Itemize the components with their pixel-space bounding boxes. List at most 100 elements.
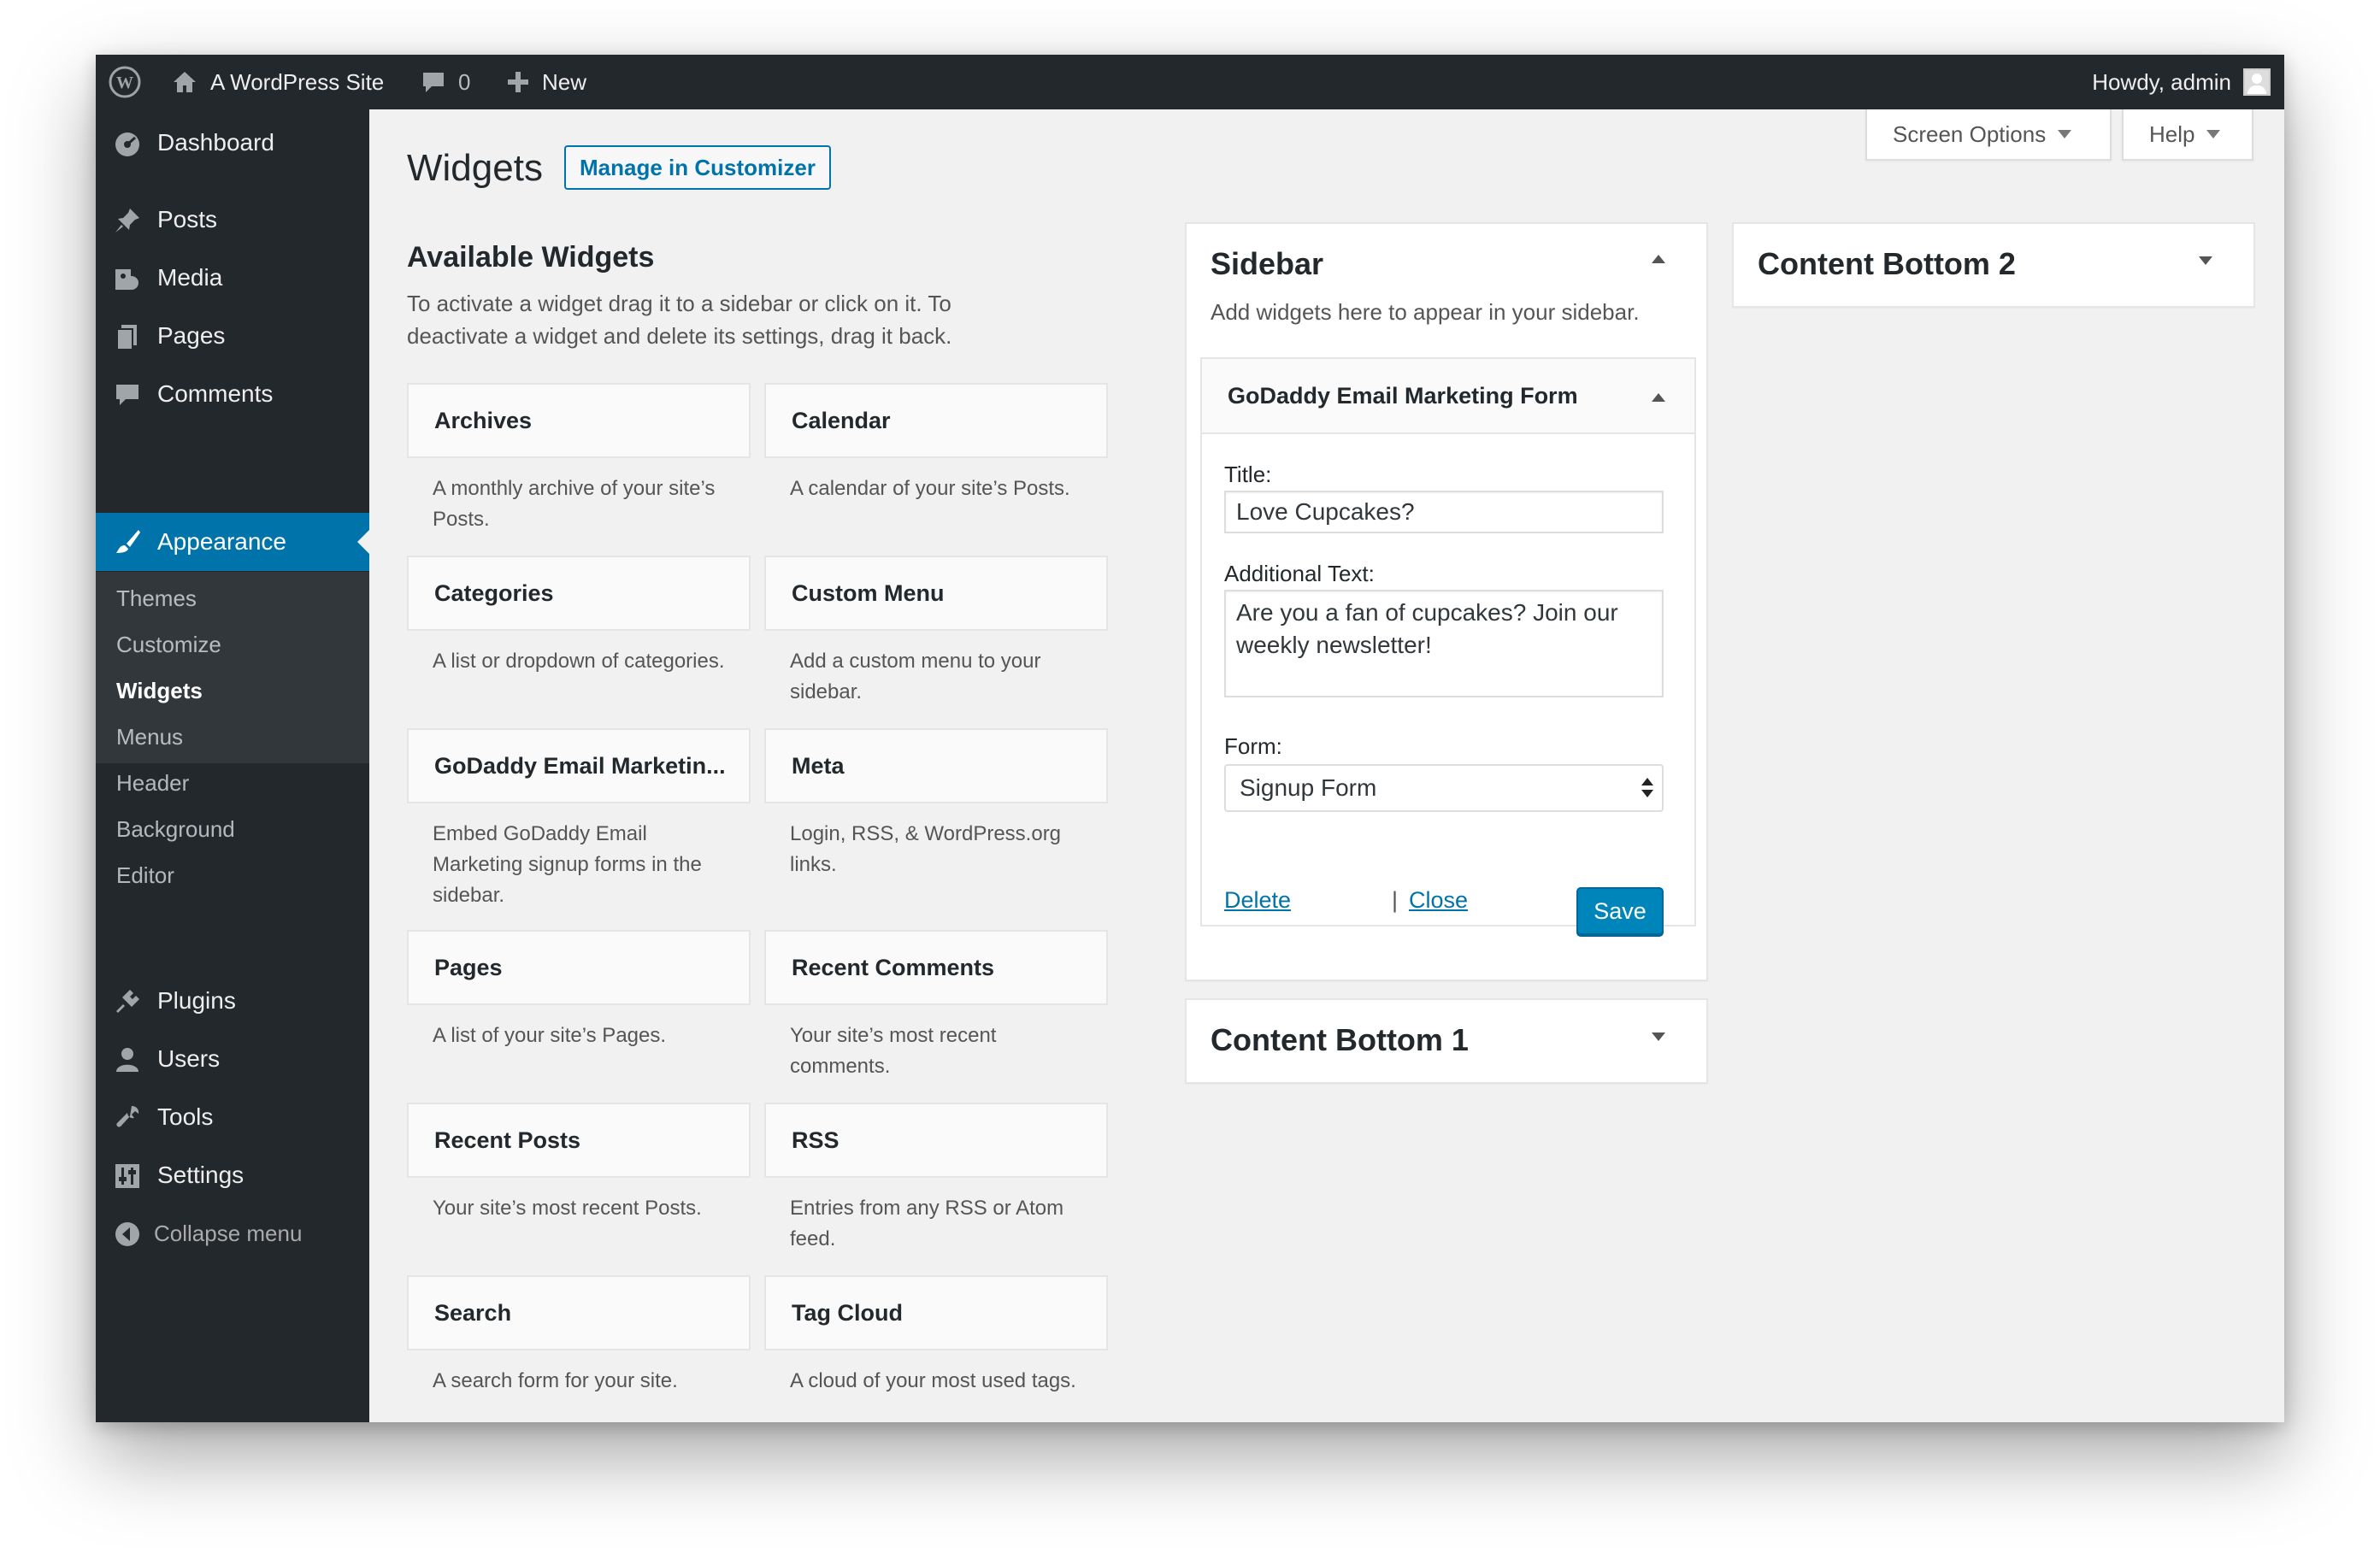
screen-options-button[interactable]: Screen Options [1865,109,2112,161]
plug-icon [113,987,142,1016]
widget-search[interactable]: Search [407,1275,751,1350]
widget-description: A search form for your site. [433,1369,678,1392]
additional-text-label: Additional Text: [1224,561,1375,586]
submenu-background[interactable]: Background [116,816,235,843]
select-arrows-icon [1641,778,1653,800]
account-menu[interactable]: Howdy, admin [2092,55,2271,109]
pushpin-icon [113,206,142,235]
menu-users[interactable]: Users [96,1032,369,1085]
menu-posts[interactable]: Posts [96,193,369,246]
menu-label: Collapse menu [154,1220,303,1246]
sidebar-description: Add widgets here to appear in your sideb… [1211,299,1640,325]
widget-description: Your site’s most recent comments. [790,1024,997,1078]
widget-description: A list of your site’s Pages. [433,1024,667,1047]
collapse-arrow-icon[interactable] [1652,393,1665,402]
additional-text-textarea[interactable]: Are you a fan of cupcakes? Join our week… [1224,590,1664,697]
widget-pages[interactable]: Pages [407,930,751,1005]
comments-icon [113,380,142,409]
expand-arrow-icon[interactable] [1652,1032,1665,1041]
menu-label: Comments [157,380,274,407]
widget-recent-comments[interactable]: Recent Comments [764,930,1108,1005]
content-bottom-1-title[interactable]: Content Bottom 1 [1211,1022,1469,1058]
widget-header[interactable]: GoDaddy Email Marketing Form [1202,359,1694,434]
expand-arrow-icon[interactable] [2199,256,2212,265]
menu-label: Media [157,264,223,291]
paintbrush-icon [113,527,142,556]
site-name-link[interactable]: A WordPress Site [171,55,384,109]
form-select-value: Signup Form [1240,774,1377,801]
widget-categories[interactable]: Categories [407,556,751,631]
submenu-header[interactable]: Header [116,770,189,797]
widget-description: A calendar of your site’s Posts. [790,477,1070,500]
appearance-submenu: Themes Customize Widgets Menus Header Ba… [96,572,369,888]
widget-recent-posts[interactable]: Recent Posts [407,1103,751,1178]
menu-pages[interactable]: Pages [96,309,369,362]
menu-plugins[interactable]: Plugins [96,974,369,1027]
content-bottom-2-title[interactable]: Content Bottom 2 [1758,246,2016,282]
new-content-link[interactable]: New [506,55,586,109]
user-icon [113,1045,142,1074]
plus-icon [508,72,528,92]
menu-label: Plugins [157,987,236,1014]
wordpress-logo-icon[interactable]: W [108,55,142,109]
available-widgets-heading: Available Widgets [407,241,655,274]
title-input[interactable] [1224,491,1664,533]
widget-description: A cloud of your most used tags. [790,1369,1076,1392]
media-camera-icon [113,264,142,293]
submenu-themes[interactable]: Themes [116,585,197,612]
widget-custom-menu[interactable]: Custom Menu [764,556,1108,631]
menu-appearance[interactable]: Appearance [96,513,369,571]
menu-label: Dashboard [157,129,274,156]
menu-label: Settings [157,1162,244,1188]
close-link[interactable]: Close [1409,887,1468,914]
widget-archives[interactable]: Archives [407,383,751,458]
menu-label: Pages [157,322,226,349]
form-label: Form: [1224,733,1282,759]
widget-tag-cloud[interactable]: Tag Cloud [764,1275,1108,1350]
collapse-arrow-icon[interactable] [1652,255,1665,263]
form-select[interactable]: Signup Form [1224,764,1664,812]
widget-rss[interactable]: RSS [764,1103,1108,1178]
screen-options-label: Screen Options [1893,121,2047,147]
menu-label: Tools [157,1103,214,1130]
menu-dashboard[interactable]: Dashboard [96,116,369,169]
submenu-widgets[interactable]: Widgets [116,678,203,704]
caret-down-icon [2206,130,2221,138]
browser-window: W A WordPress Site 0 New Howdy, admin Da… [96,55,2284,1422]
widget-calendar[interactable]: Calendar [764,383,1108,458]
wrench-icon [113,1103,142,1132]
comments-count: 0 [458,68,471,95]
available-widgets-description: To activate a widget drag it to a sideba… [407,291,952,349]
menu-tools[interactable]: Tools [96,1091,369,1144]
dashboard-gauge-icon [113,129,142,158]
menu-comments[interactable]: Comments [96,368,369,421]
widget-meta[interactable]: Meta [764,728,1108,803]
admin-menu: Dashboard Posts Media Pages Comments App… [96,109,369,1422]
widget-description: A list or dropdown of categories. [433,650,725,673]
sidebar-title[interactable]: Sidebar [1211,246,1323,282]
widget-description: Add a custom menu to your sidebar. [790,650,1041,703]
delete-link[interactable]: Delete [1224,887,1291,914]
link-separator: | [1392,887,1399,913]
submenu-editor[interactable]: Editor [116,862,174,889]
widget-description: Your site’s most recent Posts. [433,1197,702,1220]
settings-sliders-icon [113,1162,142,1191]
menu-settings[interactable]: Settings [96,1149,369,1202]
comments-link[interactable]: 0 [421,55,470,109]
menu-label: Posts [157,206,218,232]
menu-media[interactable]: Media [96,251,369,304]
submenu-customize[interactable]: Customize [116,632,221,658]
help-button[interactable]: Help [2122,109,2253,161]
save-button[interactable]: Save [1576,887,1664,935]
submenu-menus[interactable]: Menus [116,724,183,750]
widget-godaddy-email-marketing[interactable]: GoDaddy Email Marketin... [407,728,751,803]
widget-description: Login, RSS, & WordPress.org links. [790,822,1062,876]
comment-bubble-icon [423,73,444,92]
manage-in-customizer-button[interactable]: Manage in Customizer [564,145,831,190]
collapse-menu-button[interactable]: Collapse menu [96,1207,369,1260]
home-icon [174,72,196,92]
site-name: A WordPress Site [210,68,385,95]
admin-bar: W A WordPress Site 0 New Howdy, admin [96,55,2284,109]
help-label: Help [2149,121,2195,147]
avatar [2243,68,2271,96]
